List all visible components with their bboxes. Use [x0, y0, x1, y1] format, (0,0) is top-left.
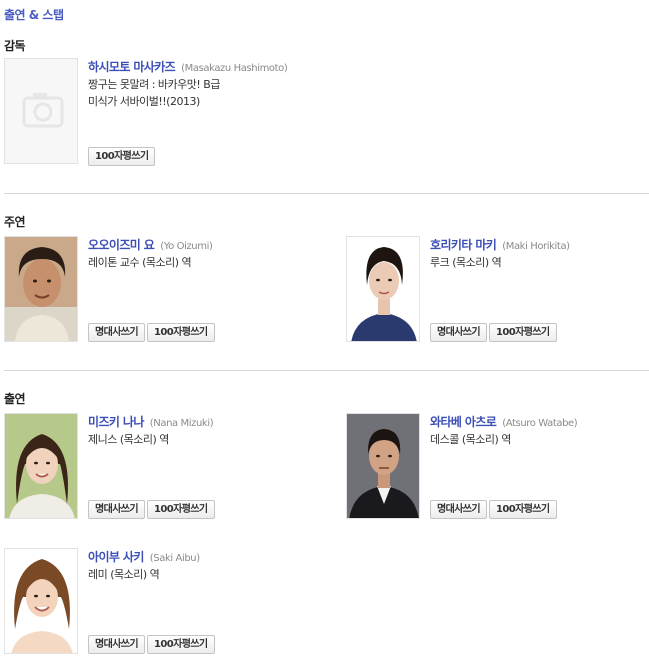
person-role: 레이톤 교수 (목소리) 역	[88, 256, 192, 269]
divider	[4, 193, 649, 194]
person-card-oizumi: 오오이즈미 요 (Yo Oizumi) 레이톤 교수 (목소리) 역 명대사쓰기 1…	[4, 236, 324, 348]
photo-placeholder[interactable]	[4, 58, 78, 164]
camera-icon	[5, 59, 77, 163]
section-label-cast: 출연	[4, 392, 26, 406]
write-review-button[interactable]: 100자평쓰기	[147, 500, 215, 519]
person-card-horikita: 호리키타 마키 (Maki Horikita) 루크 (목소리) 역 명대사쓰기 1…	[346, 236, 646, 348]
person-english-name: (Masakazu Hashimoto)	[181, 63, 288, 74]
person-info: 호리키타 마키 (Maki Horikita) 루크 (목소리) 역	[430, 236, 646, 271]
person-role: 제니스 (목소리) 역	[88, 433, 169, 446]
person-card-mizuki: 미즈키 나나 (Nana Mizuki) 제니스 (목소리) 역 명대사쓰기 100…	[4, 413, 324, 525]
person-info: 와타베 아츠로 (Atsuro Watabe) 데스콜 (목소리) 역	[430, 413, 646, 448]
write-quote-button[interactable]: 명대사쓰기	[430, 500, 488, 519]
section-label-director: 감독	[4, 39, 26, 53]
write-review-button[interactable]: 100자평쓰기	[489, 323, 557, 342]
person-english-name: (Maki Horikita)	[502, 241, 570, 252]
person-photo[interactable]	[4, 413, 78, 519]
person-info: 하시모토 마사카즈 (Masakazu Hashimoto) 짱구는 못말려 : …	[88, 58, 304, 110]
write-review-button[interactable]: 100자평쓰기	[88, 147, 156, 166]
person-info: 오오이즈미 요 (Yo Oizumi) 레이톤 교수 (목소리) 역	[88, 236, 324, 271]
person-card-aibu: 아이부 사키 (Saki Aibu) 레미 (목소리) 역 명대사쓰기 100자평쓰…	[4, 548, 324, 660]
person-name[interactable]: 오오이즈미 요	[88, 238, 155, 252]
person-photo[interactable]	[346, 236, 420, 342]
write-quote-button[interactable]: 명대사쓰기	[88, 635, 146, 654]
person-role: 데스콜 (목소리) 역	[430, 433, 511, 446]
person-photo[interactable]	[4, 236, 78, 342]
write-quote-button[interactable]: 명대사쓰기	[88, 500, 146, 519]
section-label-lead: 주연	[4, 215, 26, 229]
write-quote-button[interactable]: 명대사쓰기	[430, 323, 488, 342]
person-info: 미즈키 나나 (Nana Mizuki) 제니스 (목소리) 역	[88, 413, 324, 448]
write-review-button[interactable]: 100자평쓰기	[147, 323, 215, 342]
write-review-button[interactable]: 100자평쓰기	[147, 635, 215, 654]
person-name[interactable]: 하시모토 마사카즈	[88, 60, 176, 74]
write-review-button[interactable]: 100자평쓰기	[489, 500, 557, 519]
person-name[interactable]: 와타베 아츠로	[430, 415, 497, 429]
page-title: 출연 & 스탭	[4, 8, 64, 22]
person-english-name: (Nana Mizuki)	[149, 418, 214, 429]
person-photo[interactable]	[4, 548, 78, 654]
person-card-watabe: 와타베 아츠로 (Atsuro Watabe) 데스콜 (목소리) 역 명대사쓰기…	[346, 413, 646, 525]
divider	[4, 370, 649, 371]
person-english-name: (Yo Oizumi)	[160, 241, 213, 252]
person-info: 아이부 사키 (Saki Aibu) 레미 (목소리) 역	[88, 548, 324, 583]
person-name[interactable]: 미즈키 나나	[88, 415, 144, 429]
person-name[interactable]: 호리키타 마키	[430, 238, 497, 252]
filmography-line: 짱구는 못말려 : 바카우맛! B급	[88, 78, 220, 91]
person-english-name: (Atsuro Watabe)	[502, 418, 578, 429]
person-english-name: (Saki Aibu)	[149, 553, 200, 564]
person-card-hashimoto: 하시모토 마사카즈 (Masakazu Hashimoto) 짱구는 못말려 : …	[4, 58, 304, 166]
person-role: 루크 (목소리) 역	[430, 256, 502, 269]
write-quote-button[interactable]: 명대사쓰기	[88, 323, 146, 342]
person-photo[interactable]	[346, 413, 420, 519]
person-role: 레미 (목소리) 역	[88, 568, 160, 581]
person-name[interactable]: 아이부 사키	[88, 550, 144, 564]
filmography-line: 미식가 서바이벌!!(2013)	[88, 95, 200, 108]
